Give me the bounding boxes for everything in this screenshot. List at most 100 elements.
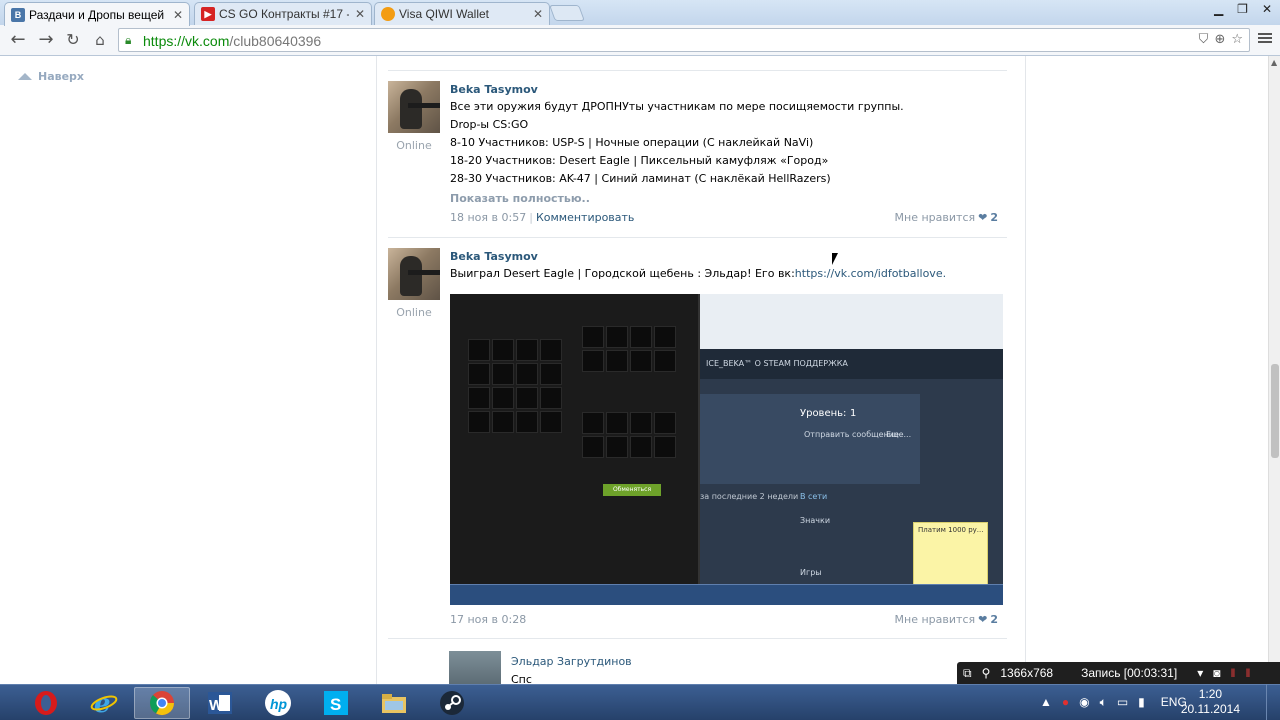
bookmark-star-icon[interactable]: ☆ — [1231, 32, 1243, 47]
stop-icon[interactable]: ‖ — [1245, 666, 1250, 680]
scrollbar-thumb[interactable] — [1271, 364, 1279, 458]
chrome-icon[interactable] — [134, 687, 190, 719]
close-window-icon[interactable]: ✕ — [1262, 2, 1272, 16]
svg-text:e: e — [94, 689, 111, 717]
dropdown-icon[interactable]: ▾ — [1197, 666, 1203, 680]
power-icon[interactable]: ▭ — [1117, 695, 1128, 709]
tray-arrow-icon[interactable]: ▲ — [1040, 695, 1052, 709]
pause-icon[interactable]: ‖ — [1230, 666, 1235, 680]
avatar[interactable] — [449, 651, 501, 684]
post-line: Все эти оружия будут ДРОПНУты участникам… — [450, 100, 904, 113]
reload-icon[interactable]: ↻ — [63, 30, 83, 50]
skype-icon[interactable]: S — [308, 687, 364, 719]
explorer-icon[interactable] — [366, 687, 422, 719]
games-label: Игры — [800, 568, 822, 577]
steam-tray-icon[interactable]: ◉ — [1079, 695, 1089, 709]
steam-icon[interactable] — [424, 687, 480, 719]
network-icon[interactable]: ▮ — [1138, 695, 1145, 709]
shield-icon[interactable]: ⛉ — [1199, 32, 1209, 47]
heart-icon: ❤ — [978, 613, 988, 626]
close-icon[interactable]: ✕ — [355, 7, 365, 21]
post-date[interactable]: 18 ноя в 0:57 — [450, 211, 526, 224]
inventory-grid — [468, 339, 562, 433]
online-label: В сети — [800, 492, 828, 501]
like-button[interactable]: Мне нравится ❤ 2 — [895, 613, 998, 626]
show-more-link[interactable]: Показать полностью.. — [450, 192, 590, 205]
post-line: 8-10 Участников: USP-S | Ночные операции… — [450, 136, 814, 149]
qiwi-icon — [381, 7, 395, 21]
tab-label: Visa QIWI Wallet — [399, 7, 490, 21]
system-tray: ▲ ● ◉ 🔈︎ ▭ ▮ ENG — [1040, 684, 1187, 720]
ie-icon[interactable]: e — [76, 687, 132, 719]
minimize-icon[interactable]: ▁ — [1214, 2, 1223, 16]
volume-icon[interactable]: 🔈︎ — [1100, 695, 1107, 710]
post-date[interactable]: 17 ноя в 0:28 — [450, 613, 526, 626]
profile-link[interactable]: https://vk.com/idfotballove. — [795, 267, 946, 280]
post-meta: 18 ноя в 0:57 | Комментировать — [450, 211, 635, 224]
scrollbar[interactable]: ▲ ▼ — [1268, 56, 1280, 684]
tab-youtube[interactable]: ▶ CS GO Контракты #17 - G ✕ — [194, 2, 372, 25]
new-tab-button[interactable] — [549, 5, 585, 21]
back-icon[interactable]: ← — [8, 30, 28, 50]
more-label: Еще... — [886, 430, 912, 439]
post-author[interactable]: Beka Tasymov — [450, 250, 538, 263]
steam-nav-text: ICE_BEKA™ О STEAM ПОДДЕРЖКА — [706, 359, 848, 368]
record-icon[interactable]: ● — [1062, 695, 1069, 709]
comment-author[interactable]: Эльдар Загрутдинов — [511, 655, 632, 668]
browser-toolbar: ← → ↻ ⌂ 🔒︎ https://vk.com/club80640396 ⛉… — [0, 25, 1280, 56]
home-icon[interactable]: ⌂ — [90, 30, 110, 50]
lock-icon: 🔒︎ — [125, 33, 132, 47]
youtube-icon: ▶ — [201, 7, 215, 21]
scroll-to-top-label: Наверх — [38, 70, 85, 83]
camera-icon[interactable]: ◙ — [1213, 666, 1220, 680]
badges-label: Значки — [800, 516, 831, 525]
comment-link[interactable]: Комментировать — [536, 211, 634, 224]
post-image[interactable]: Обменяться ICE_BEKA™ О STEAM ПОДДЕРЖКА У… — [450, 294, 1003, 605]
svg-text:hp: hp — [270, 696, 288, 712]
menu-icon[interactable] — [1258, 31, 1272, 45]
last-weeks-label: за последние 2 недели — [700, 492, 799, 501]
post-text: Выиграл Desert Eagle | Городской щебень … — [450, 265, 1000, 283]
avatar[interactable] — [388, 248, 440, 300]
tab-label: CS GO Контракты #17 - G — [219, 7, 349, 21]
recorder-resolution: 1366x768 — [1000, 666, 1054, 680]
like-label: Мне нравится — [894, 211, 976, 224]
heart-icon: ❤ — [978, 211, 988, 224]
partner-offer-grid — [582, 412, 676, 458]
post-author[interactable]: Beka Tasymov — [450, 83, 538, 96]
scroll-to-top-button[interactable]: Наверх — [18, 70, 84, 83]
comment-text: Спс — [511, 673, 532, 684]
tab-label: Раздачи и Дропы вещей — [29, 7, 165, 22]
word-icon[interactable]: W — [192, 687, 248, 719]
recorder-status: Запись [00:03:31] — [1081, 666, 1178, 680]
close-icon[interactable]: ✕ — [173, 8, 183, 22]
tab-vk[interactable]: B Раздачи и Дропы вещей ✕ — [4, 2, 190, 26]
avatar[interactable] — [388, 81, 440, 133]
show-desktop-button[interactable] — [1266, 684, 1280, 720]
like-button[interactable]: Мне нравится ❤ 2 — [895, 211, 998, 224]
window-controls: ▁ ❐ ✕ — [1214, 2, 1272, 16]
like-count: 2 — [990, 613, 998, 626]
address-bar[interactable]: 🔒︎ https://vk.com/club80640396 ⛉ ⊕ ☆ — [118, 28, 1250, 52]
offer-grid — [582, 326, 676, 372]
zoom-icon[interactable]: ⊕ — [1214, 32, 1225, 47]
maximize-icon[interactable]: ❐ — [1237, 2, 1248, 16]
window-icon[interactable]: ⧉ — [963, 666, 972, 681]
forward-icon[interactable]: → — [36, 30, 56, 50]
post-line: Выиграл Desert Eagle | Городской щебень … — [450, 267, 795, 280]
magnifier-icon[interactable]: ⚲ — [982, 666, 991, 680]
svg-text:S: S — [330, 695, 341, 714]
like-label: Мне нравится — [894, 613, 976, 626]
post-line: Drop-ы CS:GO — [450, 118, 529, 131]
online-status: Online — [396, 139, 432, 152]
page-content: Наверх Online Beka Tasymov Все эти оружи… — [0, 56, 1268, 684]
up-arrow-icon — [18, 73, 32, 80]
opera-icon[interactable] — [18, 687, 74, 719]
note-title: Платим 1000 ру... — [918, 526, 984, 534]
hp-icon[interactable]: hp — [250, 687, 306, 719]
close-icon[interactable]: ✕ — [533, 7, 543, 21]
tab-strip: B Раздачи и Дропы вещей ✕ ▶ CS GO Контра… — [0, 0, 1280, 26]
post-text: Все эти оружия будут ДРОПНУты участникам… — [450, 98, 1000, 188]
tab-qiwi[interactable]: Visa QIWI Wallet ✕ — [374, 2, 550, 25]
clock[interactable]: 1:20 20.11.2014 — [1181, 687, 1240, 717]
